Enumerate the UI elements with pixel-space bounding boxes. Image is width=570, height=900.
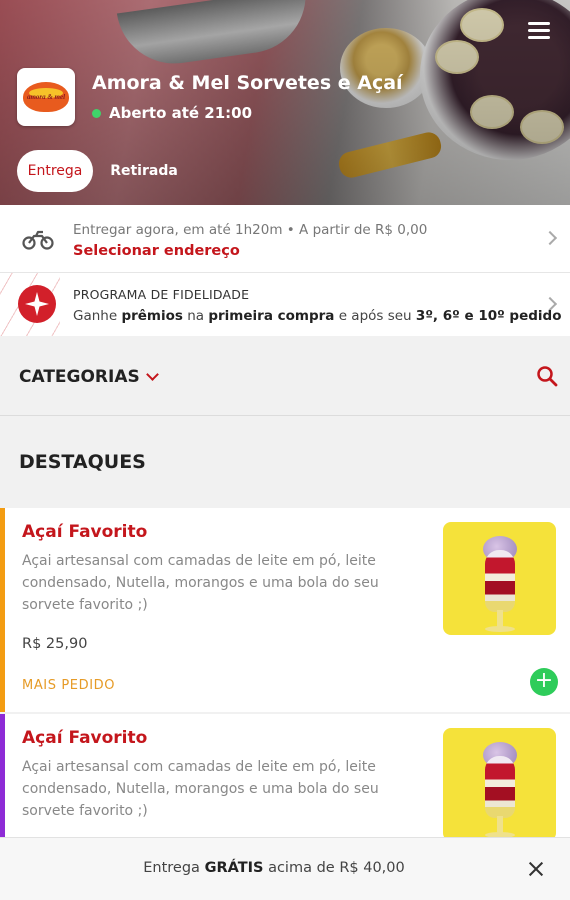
select-address-link[interactable]: Selecionar endereço (73, 243, 240, 259)
chevron-down-icon (145, 368, 159, 381)
product-image[interactable] (443, 728, 556, 841)
categories-dropdown[interactable]: CATEGORIAS (19, 367, 159, 387)
delivery-address-row[interactable] (0, 205, 570, 273)
tab-pickup[interactable]: Retirada (108, 150, 180, 192)
store-open-status: Aberto até 21:00 (92, 104, 252, 122)
menu-icon[interactable] (528, 22, 550, 40)
loyalty-program-row[interactable] (0, 273, 570, 336)
motorcycle-icon (22, 230, 54, 250)
open-status-dot-icon (92, 108, 101, 118)
open-status-text: Aberto até 21:00 (109, 104, 253, 122)
store-hero-banner: amora & mel Amora & Mel Sorvetes e Açaí … (0, 0, 570, 205)
close-icon[interactable] (527, 860, 545, 878)
product-price: R$ 25,90 (22, 636, 88, 652)
product-card[interactable]: Açaí Favorito Açai artesansal com camada… (0, 714, 570, 844)
divider (0, 415, 570, 416)
store-name: Amora & Mel Sorvetes e Açaí (92, 72, 403, 94)
product-tag: MAIS PEDIDO (22, 678, 116, 693)
product-description: Açai artesansal com camadas de leite em … (22, 553, 379, 613)
loyalty-description: Ganhe prêmios na primeira compra e após … (73, 308, 562, 324)
chevron-right-icon (542, 230, 558, 246)
loyalty-title: PROGRAMA DE FIDELIDADE (73, 287, 250, 302)
tab-delivery[interactable]: Entrega (17, 150, 93, 192)
loyalty-star-icon (18, 285, 56, 323)
product-card[interactable]: Açaí Favorito Açai artesansal com camada… (0, 508, 570, 712)
product-title: Açaí Favorito (22, 522, 148, 542)
categories-label: CATEGORIAS (19, 367, 140, 387)
product-description: Açai artesansal com camadas de leite em … (22, 759, 379, 819)
store-logo: amora & mel (17, 68, 75, 126)
delivery-eta-text: Entregar agora, em até 1h20m • A partir … (73, 222, 428, 238)
section-title-featured: DESTAQUES (19, 451, 146, 473)
store-logo-text: amora & mel (26, 93, 66, 101)
free-delivery-banner: Entrega GRÁTIS acima de R$ 40,00 (0, 837, 570, 900)
free-delivery-text: Entrega GRÁTIS acima de R$ 40,00 (143, 860, 405, 876)
search-icon[interactable] (536, 365, 558, 387)
add-to-cart-button[interactable]: + (530, 668, 558, 696)
product-title: Açaí Favorito (22, 728, 148, 748)
product-image[interactable] (443, 522, 556, 635)
